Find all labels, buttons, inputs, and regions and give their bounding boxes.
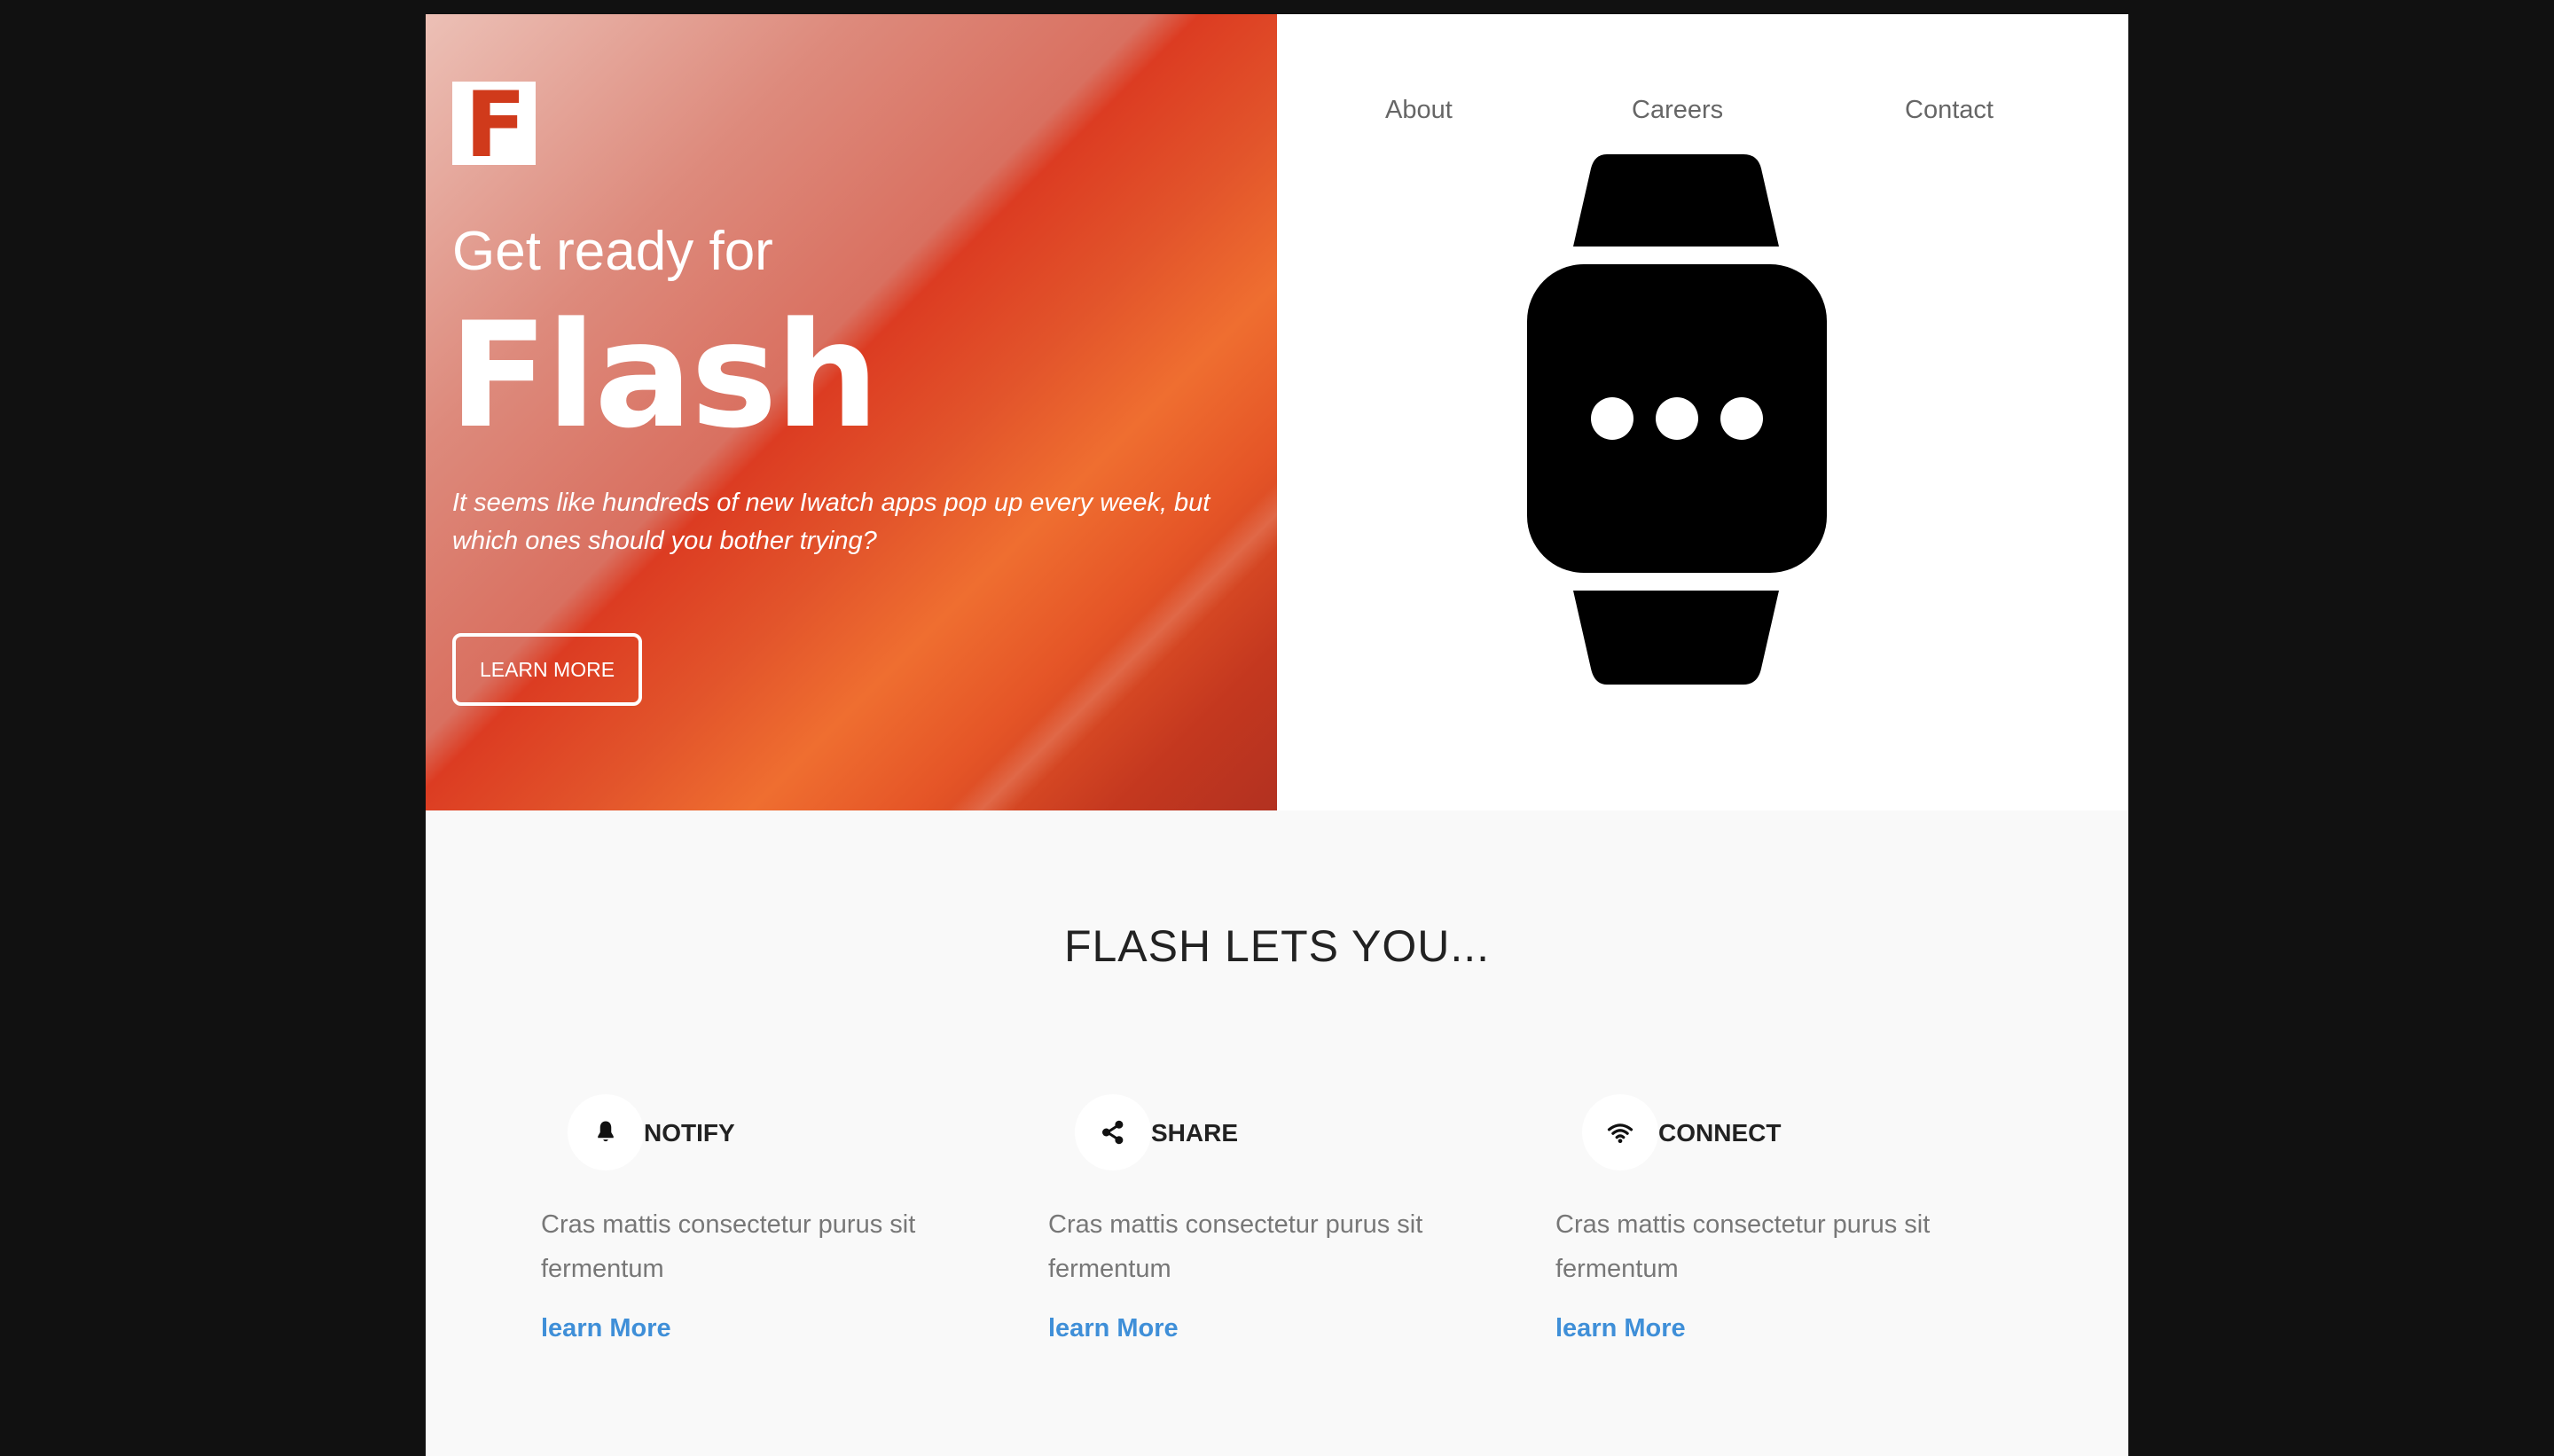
hero-visual-panel: About Careers Contact bbox=[1277, 14, 2128, 810]
page: F Get ready for Flash It seems like hund… bbox=[426, 14, 2128, 1456]
learn-more-link[interactable]: learn More bbox=[541, 1314, 671, 1343]
logo-letter: F bbox=[465, 73, 527, 178]
feature-notify: NOTIFY Cras mattis consectetur purus sit… bbox=[541, 1078, 967, 1371]
hero-panel: F Get ready for Flash It seems like hund… bbox=[426, 14, 1277, 810]
feature-description: Cras mattis consectetur purus sit fermen… bbox=[1555, 1210, 1931, 1283]
feature-description: Cras mattis consectetur purus sit fermen… bbox=[1048, 1210, 1423, 1283]
hero-description: It seems like hundreds of new Iwatch app… bbox=[452, 489, 1210, 555]
learn-more-button[interactable]: LEARN MORE bbox=[452, 633, 642, 706]
bell-icon bbox=[598, 1121, 614, 1142]
feature-name: SHARE bbox=[1151, 1119, 1239, 1147]
feature-icon-badge bbox=[1582, 1094, 1658, 1170]
learn-more-link[interactable]: learn More bbox=[1048, 1314, 1179, 1343]
feature-icon-badge bbox=[568, 1094, 644, 1170]
smartwatch-icon bbox=[1527, 154, 1827, 685]
learn-more-link[interactable]: learn More bbox=[1555, 1314, 1686, 1343]
feature-name: CONNECT bbox=[1658, 1119, 1782, 1147]
feature-connect: CONNECT Cras mattis consectetur purus si… bbox=[1555, 1078, 1981, 1371]
feature-description: Cras mattis consectetur purus sit fermen… bbox=[541, 1210, 916, 1283]
brand-logo[interactable]: F bbox=[452, 73, 536, 178]
feature-name: NOTIFY bbox=[644, 1119, 735, 1147]
wifi-icon bbox=[1607, 1123, 1633, 1144]
hero-section: F Get ready for Flash It seems like hund… bbox=[426, 14, 2128, 810]
nav-item-about[interactable]: About bbox=[1385, 96, 1453, 125]
hero-title: Flash bbox=[449, 291, 879, 460]
features-title: FLASH LETS YOU... bbox=[1063, 921, 1491, 971]
feature-share: SHARE Cras mattis consectetur purus sit … bbox=[1048, 1078, 1474, 1371]
nav-item-contact[interactable]: Contact bbox=[1905, 96, 1994, 125]
share-icon bbox=[1102, 1120, 1124, 1145]
feature-icon-badge bbox=[1075, 1094, 1151, 1170]
nav-item-careers[interactable]: Careers bbox=[1632, 96, 1723, 125]
hero-pre-title: Get ready for bbox=[452, 221, 773, 282]
